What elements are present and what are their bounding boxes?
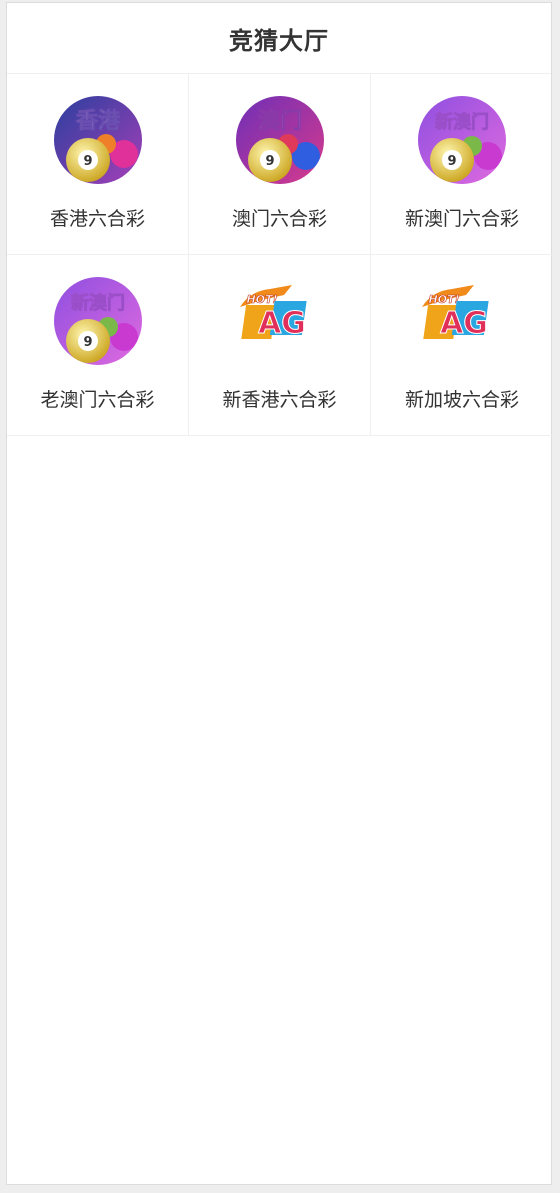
svg-text:HOT!: HOT!	[246, 293, 277, 306]
game-label: 新香港六合彩	[222, 389, 337, 411]
new-macau-lottery-icon: 9 新澳门	[418, 96, 506, 184]
game-label: 老澳门六合彩	[40, 389, 155, 411]
game-tile-hongkong[interactable]: 9 香港 香港六合彩	[7, 74, 189, 255]
game-tile-old-macau[interactable]: 9 新澳门 老澳门六合彩	[7, 255, 189, 436]
svg-text:新澳门: 新澳门	[71, 292, 125, 314]
hongkong-lottery-icon: 9 香港	[53, 96, 142, 184]
ag-hot-icon: HOT! AG	[418, 277, 506, 365]
svg-text:9: 9	[83, 335, 92, 350]
page-frame: 竞猜大厅 9 香港 香港六合彩 9 澳门 澳门六合彩 9 新澳门 新澳门六合彩 …	[6, 2, 553, 1185]
svg-text:9: 9	[265, 154, 274, 169]
svg-text:澳门: 澳门	[257, 108, 301, 134]
game-tile-singapore[interactable]: HOT! AG 新加坡六合彩	[371, 255, 553, 436]
page-title: 竞猜大厅	[229, 26, 329, 55]
game-label: 新加坡六合彩	[404, 389, 519, 411]
game-tile-new-hongkong[interactable]: HOT! AG 新香港六合彩	[189, 255, 371, 436]
svg-text:AG: AG	[440, 306, 488, 341]
ag-hot-icon: HOT! AG	[236, 277, 324, 365]
svg-text:9: 9	[83, 154, 92, 169]
svg-text:新澳门: 新澳门	[435, 111, 489, 133]
svg-text:9: 9	[447, 154, 456, 169]
svg-text:AG: AG	[258, 306, 306, 341]
game-grid: 9 香港 香港六合彩 9 澳门 澳门六合彩 9 新澳门 新澳门六合彩 9 新澳门…	[7, 74, 553, 436]
page-header: 竞猜大厅	[7, 3, 551, 74]
game-label: 新澳门六合彩	[404, 208, 519, 230]
game-label: 澳门六合彩	[231, 208, 327, 230]
old-macau-lottery-icon: 9 新澳门	[53, 277, 142, 365]
game-tile-new-macau[interactable]: 9 新澳门 新澳门六合彩	[371, 74, 553, 255]
macau-lottery-icon: 9 澳门	[235, 96, 324, 184]
game-label: 香港六合彩	[49, 208, 145, 230]
game-tile-macau[interactable]: 9 澳门 澳门六合彩	[189, 74, 371, 255]
svg-text:HOT!: HOT!	[428, 293, 459, 306]
svg-text:香港: 香港	[75, 109, 120, 134]
